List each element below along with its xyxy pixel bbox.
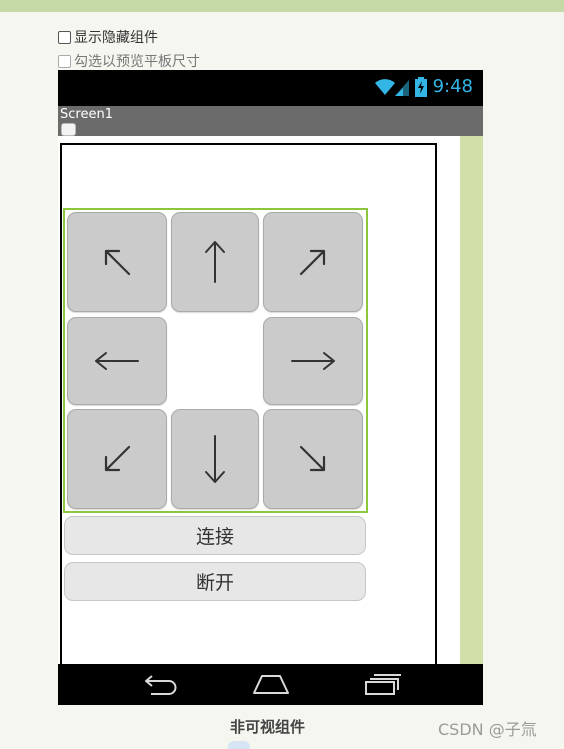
up-left-button[interactable]	[67, 212, 167, 312]
down-left-button[interactable]	[67, 409, 167, 509]
wifi-icon	[374, 78, 395, 95]
home-icon[interactable]	[252, 673, 290, 695]
disconnect-button[interactable]: 断开	[64, 562, 366, 601]
show-hidden-option[interactable]: 显示隐藏组件	[58, 27, 158, 47]
tablet-preview-option[interactable]: 勾选以预览平板尺寸	[58, 51, 200, 71]
watermark: CSDN @子氚	[438, 720, 537, 739]
show-hidden-label: 显示隐藏组件	[74, 30, 158, 46]
arrow-down-left-icon	[104, 445, 131, 472]
arrow-up-left-icon	[104, 249, 131, 276]
back-icon[interactable]	[143, 673, 179, 695]
navigation-bar	[58, 664, 483, 705]
tablet-preview-label: 勾选以预览平板尺寸	[74, 54, 200, 70]
top-bar	[0, 0, 564, 12]
tablet-preview-checkbox[interactable]	[58, 54, 71, 68]
title-toggle[interactable]	[61, 123, 76, 136]
screen-canvas: 连接 断开	[58, 136, 483, 664]
recent-apps-icon[interactable]	[364, 673, 402, 695]
phone-preview: 9:48 Screen1 连接 断开	[58, 70, 483, 705]
status-bar: 9:48	[58, 70, 483, 106]
arrow-up-icon	[205, 241, 225, 283]
status-time: 9:48	[432, 76, 473, 97]
title-bar: Screen1	[58, 106, 483, 136]
signal-icon	[394, 79, 409, 96]
arrow-down-icon	[205, 435, 225, 483]
arrow-up-right-icon	[299, 249, 326, 276]
scrollbar[interactable]	[460, 136, 483, 664]
battery-icon	[414, 76, 427, 97]
down-button[interactable]	[171, 409, 259, 509]
right-button[interactable]	[263, 317, 363, 405]
down-right-button[interactable]	[263, 409, 363, 509]
non-visible-component-icon	[228, 741, 250, 749]
screen-title: Screen1	[60, 107, 113, 122]
arrow-left-icon	[95, 352, 139, 370]
left-button[interactable]	[67, 317, 167, 405]
arrow-right-icon	[291, 352, 335, 370]
up-right-button[interactable]	[263, 212, 363, 312]
show-hidden-checkbox[interactable]	[58, 30, 71, 44]
up-button[interactable]	[171, 212, 259, 312]
connect-button[interactable]: 连接	[64, 516, 366, 555]
direction-pad	[63, 208, 368, 513]
arrow-down-right-icon	[299, 445, 326, 472]
non-visible-components-title: 非可视组件	[230, 718, 306, 736]
